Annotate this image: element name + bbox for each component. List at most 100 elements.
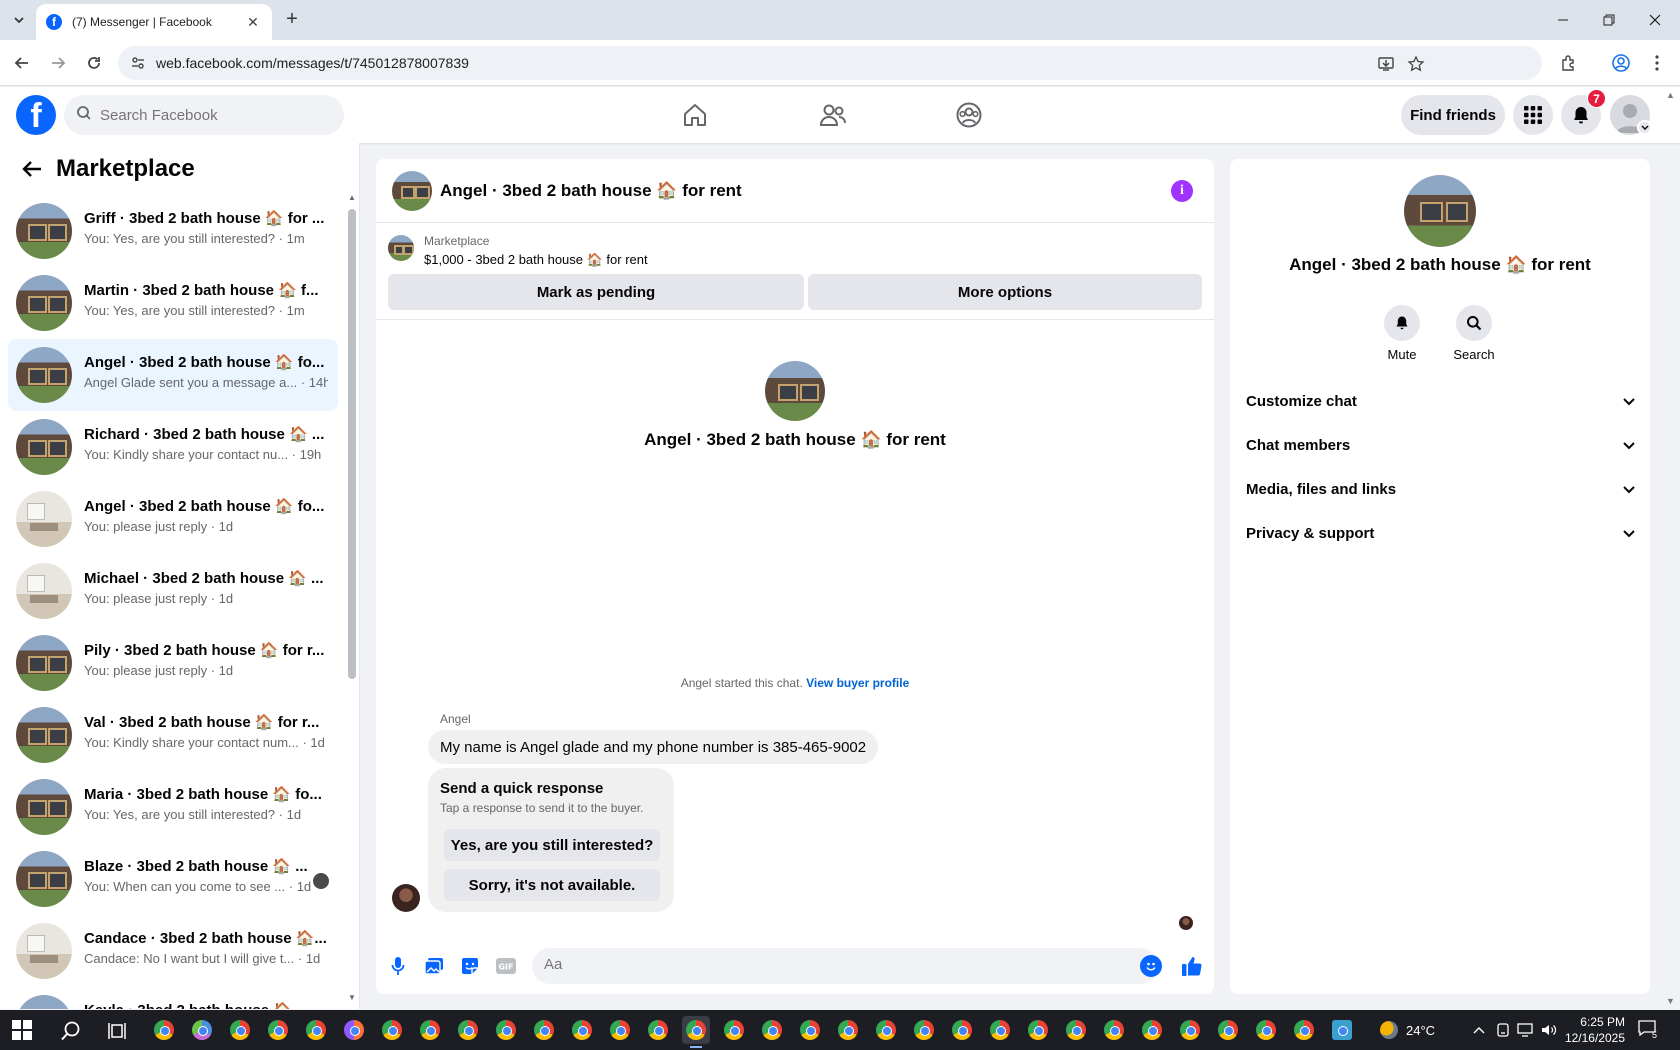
site-info-icon[interactable] <box>128 53 148 73</box>
info-icon[interactable]: i <box>1171 180 1193 202</box>
facebook-logo-icon[interactable]: f <box>16 95 56 135</box>
chrome-taskbar-icon[interactable] <box>302 1016 330 1044</box>
chrome-taskbar-icon[interactable] <box>834 1016 862 1044</box>
taskbar-search-icon[interactable] <box>60 1020 82 1042</box>
search-in-conversation-button[interactable]: Search <box>1444 305 1504 362</box>
message-input[interactable] <box>544 956 1104 973</box>
chrome-taskbar-icon[interactable] <box>454 1016 482 1044</box>
chrome-taskbar-icon[interactable] <box>758 1016 786 1044</box>
chrome-taskbar-icon[interactable] <box>1176 1016 1204 1044</box>
more-options-button[interactable]: More options <box>808 274 1202 310</box>
back-icon[interactable] <box>8 50 36 76</box>
customize-chat-section[interactable]: Customize chat <box>1246 381 1636 421</box>
extensions-icon[interactable] <box>1556 50 1582 76</box>
info-avatar[interactable] <box>1404 175 1476 247</box>
chat-avatar[interactable] <box>392 171 432 211</box>
photo-attach-icon[interactable] <box>422 954 446 978</box>
bookmark-star-icon[interactable] <box>1406 54 1426 74</box>
chrome-taskbar-icon[interactable] <box>872 1016 900 1044</box>
sidebar-scrollbar[interactable] <box>348 209 356 679</box>
tab-close-icon[interactable]: ✕ <box>244 14 262 31</box>
minimize-window-icon[interactable] <box>1540 0 1586 40</box>
chrome-taskbar-icon[interactable] <box>1214 1016 1242 1044</box>
media-files-links-section[interactable]: Media, files and links <box>1246 469 1636 509</box>
chrome-taskbar-icon[interactable] <box>1252 1016 1280 1044</box>
chrome-taskbar-icon[interactable] <box>986 1016 1014 1044</box>
conversation-item[interactable]: Martin · 3bed 2 bath house 🏠 f... You: Ye… <box>8 267 338 339</box>
chat-title[interactable]: Angel · 3bed 2 bath house 🏠 for rent <box>440 181 742 201</box>
thumbs-up-icon[interactable] <box>1178 952 1206 980</box>
conversation-item[interactable]: Richard · 3bed 2 bath house 🏠 ... You: Ki… <box>8 411 338 483</box>
facebook-search[interactable] <box>64 95 344 135</box>
conversation-item[interactable]: Angel · 3bed 2 bath house 🏠 fo... You: pl… <box>8 483 338 555</box>
chrome-taskbar-icon[interactable] <box>910 1016 938 1044</box>
install-app-icon[interactable] <box>1376 54 1396 74</box>
restore-window-icon[interactable] <box>1586 0 1632 40</box>
privacy-support-section[interactable]: Privacy & support <box>1246 513 1636 553</box>
back-arrow-icon[interactable] <box>18 155 46 183</box>
chrome-taskbar-icon[interactable] <box>568 1016 596 1044</box>
taskbar-clock[interactable]: 6:25 PM 12/16/2025 <box>1545 1014 1625 1046</box>
forward-icon[interactable] <box>44 50 72 76</box>
chrome-taskbar-icon[interactable] <box>1024 1016 1052 1044</box>
mute-button[interactable]: Mute <box>1372 305 1432 362</box>
chrome-taskbar-icon[interactable] <box>682 1016 710 1048</box>
search-input[interactable] <box>100 106 320 124</box>
tab-search-chevron-icon[interactable] <box>6 8 32 32</box>
chrome-taskbar-icon[interactable] <box>226 1016 254 1044</box>
address-bar[interactable]: web.facebook.com/messages/t/745012878007… <box>118 46 1542 80</box>
menu-grid-icon[interactable] <box>1513 95 1553 135</box>
emoji-icon[interactable] <box>1140 955 1162 977</box>
conversation-item[interactable]: Maria · 3bed 2 bath house 🏠 fo... You: Ye… <box>8 771 338 843</box>
conversation-item[interactable]: Blaze · 3bed 2 bath house 🏠 ... You: When… <box>8 843 338 915</box>
chrome-taskbar-icon[interactable] <box>720 1016 748 1044</box>
home-nav-icon[interactable] <box>640 91 750 139</box>
conversation-item[interactable]: Angel · 3bed 2 bath house 🏠 fo... Angel G… <box>8 339 338 411</box>
listing-thumbnail[interactable] <box>388 235 414 261</box>
mark-as-pending-button[interactable]: Mark as pending <box>388 274 804 310</box>
quick-response-still-interested-button[interactable]: Yes, are you still interested? <box>444 829 660 861</box>
chat-members-section[interactable]: Chat members <box>1246 425 1636 465</box>
page-scroll-down-icon[interactable]: ▼ <box>1666 996 1675 1006</box>
groups-nav-icon[interactable] <box>914 91 1024 139</box>
browser-menu-icon[interactable] <box>1644 50 1670 76</box>
show-hidden-icons-chevron-icon[interactable] <box>1470 1020 1488 1040</box>
sidebar-scroll-up-icon[interactable]: ▲ <box>348 193 356 202</box>
sticker-icon[interactable] <box>458 954 482 978</box>
chrome-taskbar-icon[interactable] <box>378 1016 406 1044</box>
profile-icon[interactable] <box>1608 50 1634 76</box>
conversation-item[interactable]: Michael · 3bed 2 bath house 🏠 ... You: pl… <box>8 555 338 627</box>
chrome-taskbar-icon[interactable] <box>264 1016 292 1044</box>
incoming-message-bubble[interactable]: My name is Angel glade and my phone numb… <box>428 730 879 764</box>
chrome-taskbar-icon[interactable] <box>1138 1016 1166 1044</box>
chrome-taskbar-icon[interactable] <box>1100 1016 1128 1044</box>
firefox-taskbar-icon[interactable] <box>340 1016 368 1044</box>
chrome-taskbar-icon[interactable] <box>150 1016 178 1044</box>
task-view-icon[interactable] <box>108 1020 130 1042</box>
notepad-taskbar-icon[interactable] <box>1328 1016 1356 1044</box>
gif-icon[interactable]: GIF <box>494 954 518 978</box>
listing-detail[interactable]: $1,000 - 3bed 2 bath house 🏠 for rent <box>424 252 648 268</box>
sidebar-scroll-down-icon[interactable]: ▼ <box>348 993 356 1002</box>
conversation-item[interactable]: Keyla · 3bed 2 bath house 🏠 <box>8 987 338 1009</box>
conversation-item[interactable]: Pily · 3bed 2 bath house 🏠 for r... You: … <box>8 627 338 699</box>
chrome-taskbar-icon[interactable] <box>1290 1016 1318 1044</box>
conversation-item[interactable]: Val · 3bed 2 bath house 🏠 for r... You: K… <box>8 699 338 771</box>
quick-response-not-available-button[interactable]: Sorry, it's not available. <box>444 869 660 901</box>
conversation-item[interactable]: Griff · 3bed 2 bath house 🏠 for ... You: … <box>8 195 338 267</box>
find-friends-button[interactable]: Find friends <box>1401 95 1505 135</box>
chrome-taskbar-icon[interactable] <box>644 1016 672 1044</box>
close-window-icon[interactable] <box>1632 0 1678 40</box>
friends-nav-icon[interactable] <box>778 91 888 139</box>
new-tab-button[interactable]: + <box>280 8 304 32</box>
chrome-taskbar-icon[interactable] <box>492 1016 520 1044</box>
chrome-taskbar-icon[interactable] <box>796 1016 824 1044</box>
reload-icon[interactable] <box>80 50 108 76</box>
weather-widget[interactable]: 24°C <box>1380 1010 1435 1050</box>
microphone-icon[interactable] <box>386 954 410 978</box>
chrome-taskbar-icon[interactable] <box>530 1016 558 1044</box>
account-chevron-icon[interactable] <box>1637 120 1652 135</box>
message-input-wrapper[interactable] <box>532 948 1158 984</box>
page-scroll-up-icon[interactable]: ▲ <box>1666 90 1675 100</box>
chrome-taskbar-icon[interactable] <box>606 1016 634 1044</box>
